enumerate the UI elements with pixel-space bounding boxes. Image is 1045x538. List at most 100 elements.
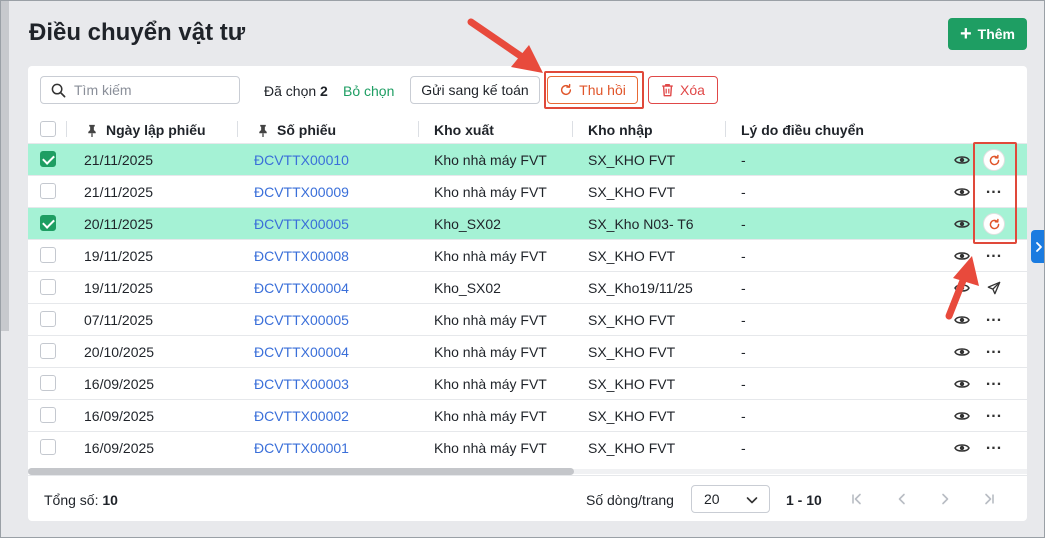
- first-page-icon: [852, 493, 861, 505]
- more-icon[interactable]: ...: [983, 341, 1005, 363]
- column-header-to[interactable]: Kho nhập: [588, 122, 653, 138]
- total-label: Tổng số:: [44, 492, 99, 508]
- cell-number-link[interactable]: ĐCVTTX00008: [254, 248, 349, 264]
- cell-to-warehouse: SX_KHO FVT: [588, 376, 676, 392]
- row-checkbox[interactable]: [40, 215, 56, 231]
- cell-number-link[interactable]: ĐCVTTX00004: [254, 344, 349, 360]
- prev-page-icon: [898, 493, 905, 505]
- eye-icon[interactable]: [951, 213, 973, 235]
- last-page-button[interactable]: [980, 490, 998, 508]
- cell-date: 19/11/2025: [84, 248, 154, 264]
- cell-to-warehouse: SX_KHO FVT: [588, 152, 676, 168]
- table-row[interactable]: 16/09/2025 ĐCVTTX00002 Kho nhà máy FVT SX_K…: [28, 399, 1027, 431]
- side-panel-toggle[interactable]: [1031, 230, 1044, 263]
- cell-reason: -: [741, 216, 746, 232]
- more-icon[interactable]: ...: [983, 309, 1005, 331]
- page-title: Điều chuyển vật tư: [29, 19, 246, 46]
- cell-reason: -: [741, 152, 746, 168]
- horizontal-scrollbar[interactable]: [28, 468, 574, 475]
- row-checkbox[interactable]: [40, 343, 56, 359]
- add-button-label: Thêm: [977, 26, 1016, 42]
- table-row[interactable]: 20/10/2025 ĐCVTTX00004 Kho nhà máy FVT SX_K…: [28, 335, 1027, 367]
- cell-from-warehouse: Kho nhà máy FVT: [434, 248, 547, 264]
- column-header-from[interactable]: Kho xuất: [434, 122, 494, 138]
- more-icon[interactable]: ...: [983, 405, 1005, 427]
- row-checkbox[interactable]: [40, 375, 56, 391]
- next-page-icon: [942, 493, 949, 505]
- eye-icon[interactable]: [951, 181, 973, 203]
- cell-number-link[interactable]: ĐCVTTX00004: [254, 280, 349, 296]
- delete-button[interactable]: Xóa: [648, 76, 718, 104]
- prev-page-button[interactable]: [893, 490, 911, 508]
- cell-number-link[interactable]: ĐCVTTX00005: [254, 312, 349, 328]
- next-page-button[interactable]: [936, 490, 954, 508]
- rows-per-page-select[interactable]: 20: [691, 485, 770, 513]
- row-checkbox[interactable]: [40, 311, 56, 327]
- table-row[interactable]: 20/11/2025 ĐCVTTX00005 Kho_SX02 SX_Kho N03-…: [28, 207, 1027, 239]
- send-to-accounting-button[interactable]: Gửi sang kế toán: [410, 76, 540, 104]
- table-row[interactable]: 16/09/2025 ĐCVTTX00001 Kho nhà máy FVT SX_K…: [28, 431, 1027, 463]
- eye-icon[interactable]: [951, 277, 973, 299]
- cell-from-warehouse: Kho nhà máy FVT: [434, 312, 547, 328]
- cell-from-warehouse: Kho nhà máy FVT: [434, 440, 547, 456]
- cell-from-warehouse: Kho nhà máy FVT: [434, 376, 547, 392]
- eye-icon[interactable]: [951, 437, 973, 459]
- table-row[interactable]: 21/11/2025 ĐCVTTX00009 Kho nhà máy FVT SX_K…: [28, 175, 1027, 207]
- cell-date: 21/11/2025: [84, 184, 154, 200]
- row-checkbox[interactable]: [40, 279, 56, 295]
- cell-from-warehouse: Kho nhà máy FVT: [434, 184, 547, 200]
- chevron-down-icon: [746, 497, 758, 504]
- more-icon[interactable]: ...: [983, 373, 1005, 395]
- eye-icon[interactable]: [951, 405, 973, 427]
- cell-number-link[interactable]: ĐCVTTX00005: [254, 216, 349, 232]
- cell-number-link[interactable]: ĐCVTTX00003: [254, 376, 349, 392]
- selected-count-value: 2: [320, 83, 328, 99]
- cell-to-warehouse: SX_KHO FVT: [588, 408, 676, 424]
- eye-icon[interactable]: [951, 309, 973, 331]
- select-all-checkbox[interactable]: [40, 121, 56, 137]
- cell-to-warehouse: SX_KHO FVT: [588, 440, 676, 456]
- cell-reason: -: [741, 344, 746, 360]
- cell-date: 16/09/2025: [84, 408, 155, 424]
- cell-from-warehouse: Kho_SX02: [434, 216, 501, 232]
- table-row[interactable]: 07/11/2025 ĐCVTTX00005 Kho nhà máy FVT SX_K…: [28, 303, 1027, 335]
- cell-number-link[interactable]: ĐCVTTX00009: [254, 184, 349, 200]
- main-panel: Đã chọn 2 Bỏ chọn Gửi sang kế toán Thu h…: [28, 66, 1027, 521]
- more-icon[interactable]: ...: [983, 437, 1005, 459]
- total-count: Tổng số: 10: [44, 492, 118, 508]
- table-row[interactable]: 16/09/2025 ĐCVTTX00003 Kho nhà máy FVT SX_K…: [28, 367, 1027, 399]
- column-separator: [66, 121, 67, 137]
- row-checkbox[interactable]: [40, 183, 56, 199]
- cell-number-link[interactable]: ĐCVTTX00010: [254, 152, 349, 168]
- eye-icon[interactable]: [951, 149, 973, 171]
- cell-number-link[interactable]: ĐCVTTX00001: [254, 440, 349, 456]
- more-icon[interactable]: ...: [983, 245, 1005, 267]
- cell-number-link[interactable]: ĐCVTTX00002: [254, 408, 349, 424]
- row-checkbox[interactable]: [40, 247, 56, 263]
- table-row[interactable]: 19/11/2025 ĐCVTTX00004 Kho_SX02 SX_Kho19/11…: [28, 271, 1027, 303]
- search-box[interactable]: [40, 76, 240, 104]
- column-header-reason[interactable]: Lý do điều chuyển: [741, 122, 864, 138]
- column-header-number[interactable]: Số phiếu: [257, 122, 336, 138]
- table-row[interactable]: 21/11/2025 ĐCVTTX00010 Kho nhà máy FVT SX_K…: [28, 143, 1027, 175]
- column-header-date[interactable]: Ngày lập phiếu: [86, 122, 206, 138]
- eye-icon[interactable]: [951, 341, 973, 363]
- row-checkbox[interactable]: [40, 407, 56, 423]
- cell-date: 19/11/2025: [84, 280, 154, 296]
- first-page-button[interactable]: [848, 490, 866, 508]
- recall-icon: [561, 83, 572, 96]
- table-row[interactable]: 19/11/2025 ĐCVTTX00008 Kho nhà máy FVT SX_K…: [28, 239, 1027, 271]
- eye-icon[interactable]: [951, 373, 973, 395]
- last-page-icon: [985, 493, 994, 505]
- row-checkbox[interactable]: [40, 439, 56, 455]
- send-icon[interactable]: [983, 277, 1005, 299]
- left-scroll-strip: [1, 1, 9, 331]
- eye-icon[interactable]: [951, 245, 973, 267]
- cell-date: 16/09/2025: [84, 376, 155, 392]
- cell-from-warehouse: Kho nhà máy FVT: [434, 408, 547, 424]
- row-checkbox[interactable]: [40, 151, 56, 167]
- search-input[interactable]: [74, 82, 224, 98]
- recall-button[interactable]: Thu hồi: [547, 76, 638, 104]
- add-button[interactable]: + Thêm: [948, 18, 1027, 50]
- deselect-link[interactable]: Bỏ chọn: [343, 83, 394, 99]
